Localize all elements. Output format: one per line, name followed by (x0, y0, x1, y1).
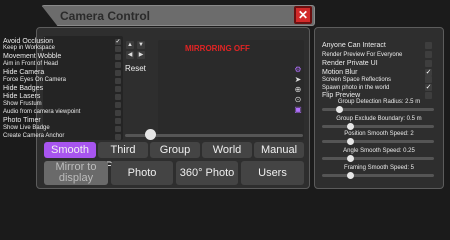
mode-group[interactable]: Group (150, 142, 200, 158)
option-checkbox[interactable] (115, 118, 121, 124)
camera-preview (158, 40, 304, 140)
option-label[interactable]: Create Camera Anchor (3, 133, 64, 140)
toggle-label[interactable]: Spawn photo in the world (322, 84, 389, 92)
option-label[interactable]: Show Live Badge (3, 125, 50, 132)
option-checkbox[interactable] (115, 54, 121, 60)
close-icon: ✕ (297, 8, 309, 22)
option-checkbox[interactable] (115, 110, 121, 116)
toggle-label[interactable]: Render Preview For Everyone (322, 51, 402, 59)
mode-manual[interactable]: Manual (254, 142, 304, 158)
option-checkbox[interactable] (115, 78, 121, 84)
slider-knob[interactable] (347, 155, 354, 162)
slider-knob[interactable] (347, 123, 354, 130)
slider-track[interactable] (322, 174, 434, 177)
toggle-label[interactable]: Anyone Can Interact (322, 42, 386, 50)
screen-icon[interactable]: ▣ (294, 106, 302, 114)
toggle-checkbox[interactable] (425, 76, 432, 83)
option-label[interactable]: Hide Lasers (3, 93, 40, 100)
arrow-left-icon[interactable]: ◀ (126, 51, 134, 59)
gear-icon[interactable]: ⚙ (294, 66, 302, 74)
arrow-down-icon[interactable]: ▼ (137, 41, 145, 49)
users-button[interactable]: Users (241, 161, 304, 185)
mode-third-person[interactable]: Third Person (98, 142, 148, 172)
toggle-checkbox[interactable] (425, 51, 432, 58)
window-title: Camera Control (60, 9, 151, 23)
option-label[interactable]: Keep in Workspace (3, 45, 55, 52)
slider-track[interactable] (322, 157, 434, 160)
slider-knob[interactable] (347, 138, 354, 145)
option-label[interactable]: Photo Timer (3, 117, 41, 124)
arrow-right-icon[interactable]: ▶ (137, 51, 145, 59)
option-label[interactable]: Audio from camera viewpoint (3, 109, 80, 116)
option-checkbox[interactable] (115, 46, 121, 52)
toggle-checkbox[interactable]: ✓ (425, 69, 432, 76)
slider-knob[interactable] (335, 106, 343, 113)
toggle-checkbox[interactable] (425, 92, 432, 99)
toggle-checkbox[interactable] (425, 60, 432, 67)
photo-button[interactable]: Photo (111, 161, 173, 185)
slider-track[interactable] (322, 125, 434, 128)
mirror-to-display-button[interactable]: Mirror to display (44, 161, 108, 185)
option-label[interactable]: Force Eyes On Camera (3, 77, 66, 84)
option-label[interactable]: Aim in Front of Head (3, 61, 58, 68)
option-checkbox[interactable] (115, 86, 121, 92)
mode-world[interactable]: World (202, 142, 252, 158)
option-label[interactable]: Hide Badges (3, 85, 43, 92)
slider-label: Position Smooth Speed: 2 (344, 131, 414, 137)
option-checkbox[interactable] (115, 70, 121, 76)
option-checkbox[interactable] (115, 134, 121, 140)
slider-label: Framing Smooth Speed: 5 (343, 165, 415, 171)
photo-360-button[interactable]: 360° Photo (176, 161, 238, 185)
option-label[interactable]: Avoid Occlusion (3, 38, 53, 45)
toggle-label[interactable]: Screen Space Reflections (322, 76, 391, 84)
toggle-checkbox[interactable]: ✓ (425, 84, 432, 91)
globe-icon[interactable]: ⊕ (294, 86, 302, 94)
option-label[interactable]: Show Frustum (3, 101, 42, 108)
option-checkbox[interactable] (115, 126, 121, 132)
location-pin-icon[interactable]: ⊙ (294, 96, 302, 104)
slider-label: Angle Smooth Speed: 0.25 (343, 148, 415, 154)
arrow-up-icon[interactable]: ▲ (126, 41, 134, 49)
slider-track[interactable] (322, 140, 434, 143)
option-checkbox[interactable] (115, 94, 121, 100)
options-list (43, 36, 123, 140)
zoom-slider-knob[interactable] (144, 129, 156, 140)
option-checkbox[interactable] (115, 62, 121, 68)
slider-label: Group Detection Radius: 2.5 m (337, 99, 421, 105)
toggle-checkbox[interactable] (425, 42, 432, 49)
option-checkbox[interactable]: ✓ (115, 39, 121, 45)
title-bar[interactable]: Camera Control (41, 5, 315, 26)
toggle-label[interactable]: Render Private UI (322, 60, 378, 68)
reset-button[interactable]: Reset (125, 64, 146, 73)
option-checkbox[interactable] (115, 102, 121, 108)
cursor-icon[interactable]: ➤ (294, 76, 302, 84)
slider-label: Group Exclude Boundary: 0.5 m (336, 116, 422, 122)
mode-smooth-pov[interactable]: Smooth POV (44, 142, 96, 172)
option-label[interactable]: Movement Wobble (3, 53, 61, 60)
slider-knob[interactable] (347, 172, 354, 179)
mirroring-status: MIRRORING OFF (185, 44, 250, 53)
close-button[interactable]: ✕ (294, 6, 312, 24)
option-label[interactable]: Hide Camera (3, 69, 44, 76)
